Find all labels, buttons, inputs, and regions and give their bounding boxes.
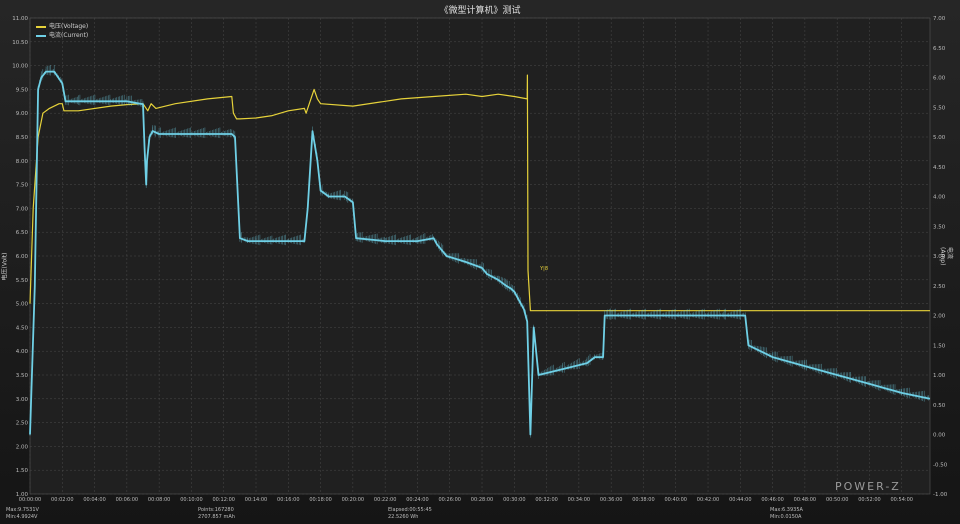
energy-wh: 22.5260 Wh bbox=[388, 514, 419, 520]
y-right-tick-label: 0.50 bbox=[933, 403, 946, 409]
y-right-tick-label: 5.00 bbox=[933, 135, 946, 141]
min-current: Min:0.0150A bbox=[770, 514, 802, 520]
x-tick-label: 00:06:00 bbox=[116, 497, 138, 503]
y-left-tick-label: 7.00 bbox=[16, 206, 29, 212]
elapsed-stats: Elapsed:00:55:45 22.5260 Wh bbox=[388, 507, 432, 521]
max-voltage: Max:9.7531V bbox=[6, 507, 39, 513]
x-tick-label: 00:18:00 bbox=[309, 497, 331, 503]
chart-legend: 电压(Voltage) 电流(Current) bbox=[36, 22, 88, 40]
points-count: Points:167280 bbox=[198, 507, 234, 513]
y-right-tick-label: 4.50 bbox=[933, 165, 946, 171]
legend-label-voltage: 电压(Voltage) bbox=[49, 23, 89, 30]
elapsed-time: Elapsed:00:55:45 bbox=[388, 507, 432, 513]
current-stats: Max:6.3935A Min:0.0150A bbox=[770, 507, 803, 521]
x-tick-label: 00:08:00 bbox=[148, 497, 170, 503]
x-tick-label: 00:26:00 bbox=[438, 497, 460, 503]
x-tick-label: 00:04:00 bbox=[83, 497, 105, 503]
x-tick-label: 00:00:00 bbox=[19, 497, 41, 503]
x-tick-label: 00:46:00 bbox=[761, 497, 783, 503]
legend-swatch-voltage bbox=[36, 25, 46, 28]
y-right-tick-label: 1.00 bbox=[933, 373, 946, 379]
annotation-label: Y|8 bbox=[539, 266, 548, 272]
voltage-stats: Max:9.7531V Min:4.9924V bbox=[6, 507, 39, 521]
y-left-tick-label: 2.00 bbox=[16, 444, 29, 450]
x-tick-label: 00:16:00 bbox=[277, 497, 299, 503]
point-stats: Points:167280 2707.857 mAh bbox=[198, 507, 235, 521]
x-tick-label: 00:44:00 bbox=[729, 497, 751, 503]
y-left-tick-label: 3.00 bbox=[16, 397, 29, 403]
y-left-tick-label: 4.00 bbox=[16, 349, 29, 355]
x-tick-label: 00:24:00 bbox=[406, 497, 428, 503]
x-tick-label: 00:32:00 bbox=[535, 497, 557, 503]
y-left-tick-label: 6.00 bbox=[16, 254, 29, 260]
y-left-tick-label: 1.50 bbox=[16, 468, 29, 474]
max-current: Max:6.3935A bbox=[770, 507, 803, 513]
y-left-tick-label: 3.50 bbox=[16, 373, 29, 379]
legend-label-current: 电流(Current) bbox=[49, 32, 89, 39]
y-right-tick-label: 2.50 bbox=[933, 284, 946, 290]
x-tick-label: 00:30:00 bbox=[503, 497, 525, 503]
y-left-tick-label: 10.00 bbox=[12, 64, 28, 70]
legend-swatch-current bbox=[36, 34, 46, 37]
y-left-tick-label: 2.50 bbox=[16, 421, 29, 427]
y-left-tick-label: 8.50 bbox=[16, 135, 29, 141]
x-tick-label: 00:50:00 bbox=[826, 497, 848, 503]
y-right-tick-label: 3.50 bbox=[933, 224, 946, 230]
x-tick-label: 00:54:00 bbox=[891, 497, 913, 503]
power-z-logo: POWER-Z bbox=[835, 480, 901, 493]
x-tick-label: 00:14:00 bbox=[245, 497, 267, 503]
x-tick-label: 00:02:00 bbox=[51, 497, 73, 503]
x-tick-label: 00:10:00 bbox=[180, 497, 202, 503]
y-right-tick-label: 2.00 bbox=[933, 314, 946, 320]
y-left-tick-label: 9.00 bbox=[16, 111, 29, 117]
x-tick-label: 00:28:00 bbox=[471, 497, 493, 503]
y-left-tick-label: 11.00 bbox=[12, 16, 28, 22]
y-left-tick-label: 6.50 bbox=[16, 230, 29, 236]
y-left-tick-label: 9.50 bbox=[16, 87, 29, 93]
stats-footer: Max:9.7531V Min:4.9924V Points:167280 27… bbox=[0, 504, 960, 524]
x-tick-label: 00:52:00 bbox=[858, 497, 880, 503]
y-right-tick-label: 6.00 bbox=[933, 76, 946, 82]
y-axis-right-label: 电流(Amp) bbox=[939, 247, 953, 266]
x-tick-label: 00:38:00 bbox=[632, 497, 654, 503]
x-tick-label: 00:48:00 bbox=[794, 497, 816, 503]
y-left-tick-label: 4.50 bbox=[16, 325, 29, 331]
y-left-tick-label: 5.50 bbox=[16, 278, 29, 284]
y-right-tick-label: 1.50 bbox=[933, 343, 946, 349]
y-right-tick-label: 5.50 bbox=[933, 105, 946, 111]
y-left-tick-label: 5.00 bbox=[16, 302, 29, 308]
x-tick-label: 00:12:00 bbox=[212, 497, 234, 503]
y-left-tick-label: 10.50 bbox=[12, 40, 28, 46]
y-left-tick-label: 7.50 bbox=[16, 183, 29, 189]
y-axis-left-label: 电压(Volt) bbox=[1, 252, 9, 281]
y-left-tick-label: 8.00 bbox=[16, 159, 29, 165]
y-right-tick-label: 7.00 bbox=[933, 16, 946, 22]
y-right-tick-label: -1.00 bbox=[933, 492, 948, 498]
min-voltage: Min:4.9924V bbox=[6, 514, 38, 520]
y-right-tick-label: 6.50 bbox=[933, 46, 946, 52]
x-tick-label: 00:22:00 bbox=[374, 497, 396, 503]
y-right-tick-label: -0.50 bbox=[933, 462, 948, 468]
x-tick-label: 00:36:00 bbox=[600, 497, 622, 503]
chart-plot: 1.00 1.50 2.00 2.50 3.00 3.50 4.00 4.50 5.00 5.50… bbox=[12, 16, 948, 503]
legend-item-voltage: 电压(Voltage) bbox=[36, 22, 88, 31]
legend-item-current: 电流(Current) bbox=[36, 31, 88, 40]
y-right-tick-label: 0.00 bbox=[933, 433, 946, 439]
y-right-tick-label: 4.00 bbox=[933, 195, 946, 201]
capacity-mah: 2707.857 mAh bbox=[198, 514, 235, 520]
x-tick-label: 00:34:00 bbox=[568, 497, 590, 503]
x-tick-label: 00:40:00 bbox=[665, 497, 687, 503]
x-tick-label: 00:20:00 bbox=[342, 497, 364, 503]
x-tick-label: 00:42:00 bbox=[697, 497, 719, 503]
